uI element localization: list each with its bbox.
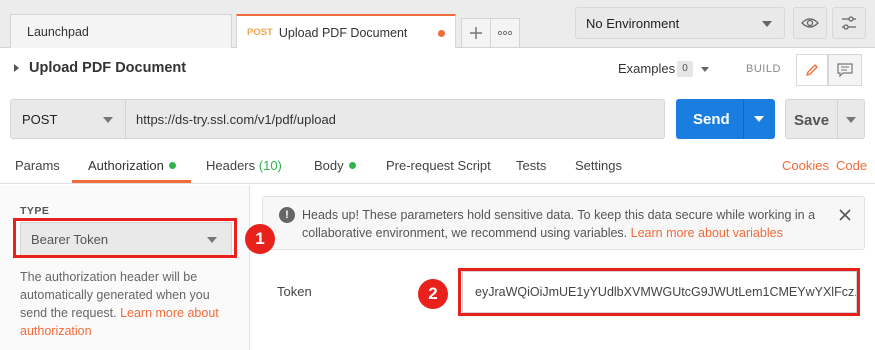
token-label: Token [277, 284, 312, 299]
pencil-icon [805, 64, 818, 77]
tab-headers[interactable]: Headers (10) [206, 158, 282, 173]
notice-text: Heads up! These parameters hold sensitiv… [302, 206, 832, 242]
tab-authorization[interactable]: Authorization [88, 158, 176, 173]
chevron-down-icon[interactable] [701, 67, 709, 72]
highlight-box-auth-type [13, 218, 237, 258]
headers-count: (10) [258, 158, 282, 173]
cookies-link[interactable]: Cookies [782, 158, 829, 173]
more-icon [497, 30, 513, 36]
eye-icon [801, 18, 819, 28]
request-header: Upload PDF Document Examples 0 BUILD [0, 48, 875, 90]
active-dot [168, 162, 176, 169]
tab-bar: Launchpad POST Upload PDF Document No En… [0, 0, 875, 49]
save-divider [837, 100, 838, 138]
http-method-select[interactable]: POST [10, 99, 126, 139]
save-options-chevron-icon[interactable] [846, 117, 856, 123]
annotation-badge-1: 1 [245, 224, 275, 254]
auth-help-text: The authorization header will be automat… [20, 268, 235, 340]
chevron-down-icon [103, 117, 113, 123]
edit-button[interactable] [796, 54, 828, 86]
new-tab-button[interactable] [461, 18, 491, 48]
tab-headers-label: Headers [206, 158, 256, 173]
request-subtabs: Params Authorization Headers (10) Body P… [0, 148, 875, 184]
info-icon: ! [279, 207, 295, 223]
comment-icon [837, 63, 853, 77]
sensitive-data-notice: ! Heads up! These parameters hold sensit… [262, 196, 865, 250]
auth-type-label: TYPE [20, 205, 50, 217]
active-tab-underline [72, 180, 191, 183]
send-divider [743, 99, 744, 139]
caret-right-icon[interactable] [14, 64, 19, 72]
environment-quick-look-button[interactable] [793, 7, 827, 39]
highlight-box-token [458, 268, 860, 316]
send-label: Send [693, 111, 730, 128]
save-button[interactable]: Save [785, 99, 865, 139]
sliders-icon [842, 16, 856, 30]
environment-value: No Environment [586, 15, 680, 31]
tab-body[interactable]: Body [314, 158, 356, 173]
annotation-badge-2: 2 [418, 279, 448, 309]
variables-learn-more-link[interactable]: Learn more about variables [631, 226, 783, 240]
comments-button[interactable] [828, 54, 862, 86]
tab-tests[interactable]: Tests [516, 158, 546, 173]
close-icon[interactable] [838, 208, 852, 222]
tab-options-button[interactable] [490, 18, 520, 48]
save-label: Save [794, 112, 830, 129]
send-options-chevron-icon[interactable] [754, 116, 764, 122]
tab-body-label: Body [314, 158, 344, 173]
tab-launchpad[interactable]: Launchpad [10, 14, 232, 48]
unsaved-indicator [438, 30, 445, 37]
plus-icon [470, 27, 482, 39]
chevron-down-icon [762, 21, 772, 27]
tab-method-tag: POST [247, 27, 273, 38]
auth-type-panel: TYPE Bearer Token The authorization head… [0, 185, 250, 350]
tab-label: Upload PDF Document [278, 25, 408, 40]
request-url-input[interactable]: https://ds-try.ssl.com/v1/pdf/upload [126, 99, 665, 139]
examples-dropdown[interactable]: Examples [618, 61, 675, 76]
code-link[interactable]: Code [836, 158, 867, 173]
send-button[interactable]: Send [676, 99, 775, 139]
tab-upload-pdf-document[interactable]: POST Upload PDF Document [236, 14, 456, 49]
environment-select[interactable]: No Environment [575, 7, 785, 39]
tab-pre-request-script[interactable]: Pre-request Script [386, 158, 491, 173]
tab-params[interactable]: Params [15, 158, 60, 173]
examples-count: 0 [677, 61, 693, 77]
tab-settings[interactable]: Settings [575, 158, 622, 173]
request-url-value: https://ds-try.ssl.com/v1/pdf/upload [136, 111, 336, 127]
active-dot [348, 162, 356, 169]
http-method-value: POST [22, 111, 58, 127]
manage-environments-button[interactable] [832, 7, 866, 39]
tab-label: Launchpad [27, 24, 89, 39]
build-mode-label: BUILD [746, 63, 781, 75]
request-title[interactable]: Upload PDF Document [29, 60, 186, 76]
tab-authorization-label: Authorization [88, 158, 164, 173]
